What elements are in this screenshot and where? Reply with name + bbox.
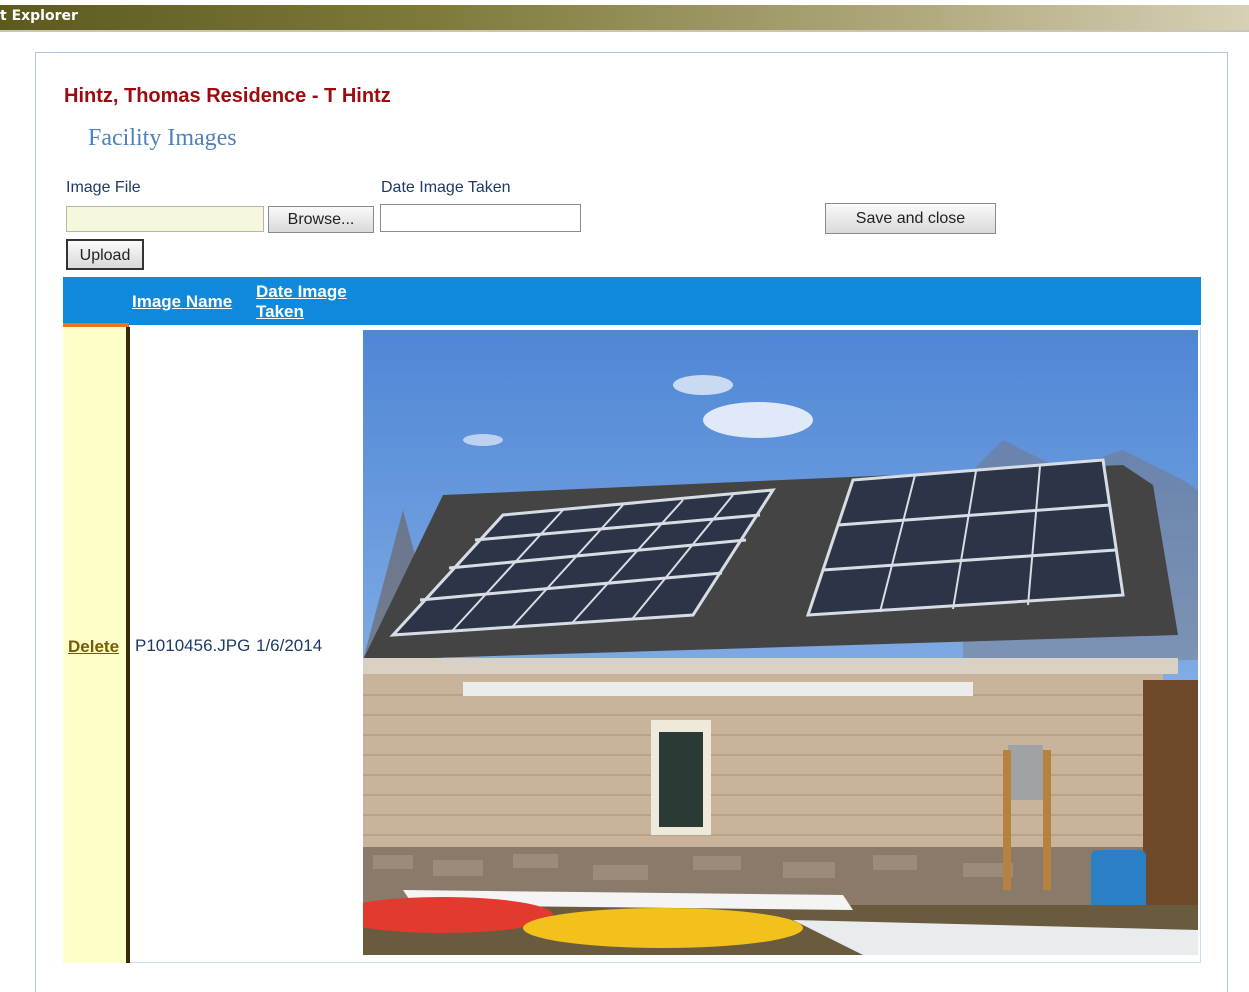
image-name-cell: P1010456.JPG: [135, 636, 251, 655]
date-taken-cell: 1/6/2014: [256, 636, 323, 655]
grid-header: [63, 277, 1201, 325]
window-titlebar: t Explorer: [0, 5, 1249, 32]
delete-link[interactable]: Delete: [68, 637, 119, 657]
sort-date-taken-line1: Date Image: [256, 282, 347, 301]
sort-date-taken-line2: Taken: [256, 302, 304, 321]
upload-button[interactable]: Upload: [66, 239, 144, 270]
section-title: Facility Images: [88, 125, 237, 151]
image-file-field[interactable]: [66, 206, 264, 232]
window-title: t Explorer: [0, 8, 78, 24]
image-file-label: Image File: [66, 179, 141, 196]
page-title: Hintz, Thomas Residence - T Hintz: [64, 85, 391, 107]
facility-image-thumbnail: [363, 330, 1198, 955]
date-image-taken-field[interactable]: [380, 204, 581, 232]
sort-date-taken-link[interactable]: Date Image Taken: [256, 282, 347, 322]
date-image-taken-label: Date Image Taken: [381, 179, 511, 196]
sort-image-name-link[interactable]: Image Name: [132, 292, 232, 312]
save-and-close-button[interactable]: Save and close: [825, 203, 996, 234]
browse-button[interactable]: Browse...: [268, 206, 374, 233]
